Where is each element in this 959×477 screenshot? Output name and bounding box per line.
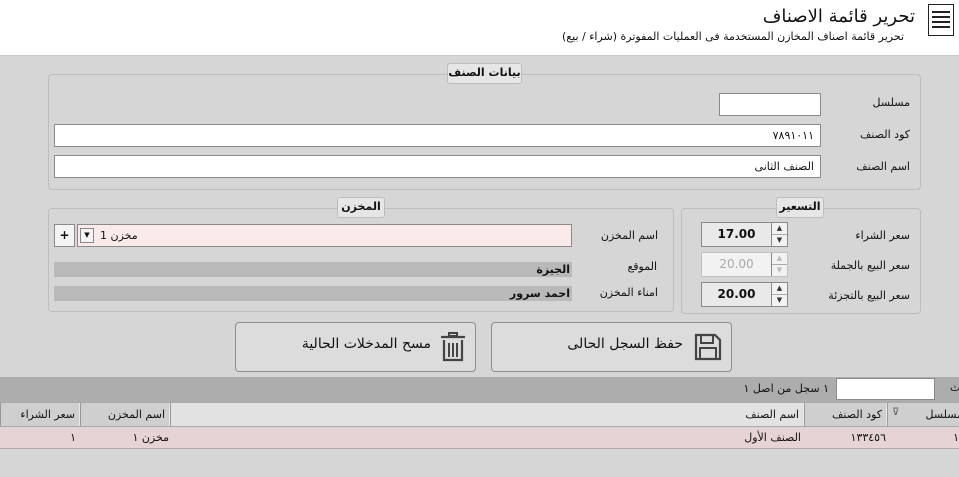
chevron-down-icon[interactable]: ▼	[80, 228, 94, 243]
retail-price-stepper[interactable]: 20.00 ▲ ▼	[701, 282, 788, 307]
decrement-icon[interactable]: ▼	[772, 295, 787, 307]
trash-icon	[441, 332, 465, 362]
retail-price-value: 20.00	[717, 287, 756, 301]
column-header-name[interactable]: اسم الصنف	[170, 403, 803, 426]
cell-warehouse: مخزن ١	[132, 431, 169, 444]
purchase-price-value: 17.00	[717, 227, 756, 241]
save-record-label: حفظ السجل الحالى	[567, 336, 683, 352]
page-header: تحرير قائمة الاصناف تحرير قائمة اصناف ال…	[0, 0, 959, 56]
page-subtitle: تحرير قائمة اصناف المخازن المستخدمة فى ا…	[561, 30, 904, 43]
wholesale-price-value: 20.00	[719, 257, 754, 271]
item-name-label: اسم الصنف	[856, 160, 910, 173]
warehouse-legend: المخزن	[337, 197, 385, 218]
filter-icon[interactable]: ⊽	[892, 407, 899, 418]
item-code-field[interactable]: ٧٨٩١٠١١	[54, 124, 821, 147]
item-code-label: كود الصنف	[860, 128, 910, 141]
item-data-legend: بيانات الصنف	[447, 63, 522, 84]
warehouse-select[interactable]: مخزن 1 ▼	[77, 224, 572, 247]
search-label: بحث	[950, 381, 959, 394]
item-name-field[interactable]: الصنف الثانى	[54, 155, 821, 178]
decrement-icon: ▼	[776, 265, 783, 274]
save-record-button[interactable]: حفظ السجل الحالى	[491, 322, 732, 372]
wholesale-price-label: سعر البيع بالجملة	[830, 259, 910, 272]
table-header: مسلسل ⊽ كود الصنف اسم الصنف اسم المخزن س…	[0, 402, 959, 427]
keeper-label: امناء المخزن	[599, 286, 658, 299]
add-warehouse-button[interactable]: +	[54, 224, 75, 247]
pricing-legend: التسعير	[776, 197, 824, 218]
increment-icon[interactable]: ▲	[772, 223, 787, 235]
increment-icon[interactable]: ▲	[772, 283, 787, 295]
cell-serial: ١	[953, 431, 959, 444]
clear-inputs-label: مسح المدخلات الحالية	[301, 336, 431, 352]
warehouse-name-label: اسم المخزن	[600, 229, 658, 242]
column-header-purchase-price[interactable]: سعر الشراء	[0, 403, 79, 426]
page-title: تحرير قائمة الاصناف	[762, 6, 915, 27]
purchase-price-label: سعر الشراء	[855, 229, 910, 242]
record-count: ١ سجل من اصل ١	[743, 382, 829, 395]
purchase-price-stepper[interactable]: 17.00 ▲ ▼	[701, 222, 788, 247]
serial-field[interactable]	[719, 93, 821, 116]
list-document-icon	[928, 4, 954, 36]
decrement-icon[interactable]: ▼	[772, 235, 787, 247]
cell-purchase-price: ١	[70, 431, 76, 444]
increment-icon: ▲	[772, 253, 787, 265]
serial-label: مسلسل	[872, 96, 911, 109]
search-input[interactable]	[836, 378, 935, 400]
search-bar: بحث ١ سجل من اصل ١	[0, 377, 959, 402]
floppy-disk-icon	[694, 333, 722, 361]
cell-name: الصنف الأول	[744, 431, 801, 444]
clear-inputs-button[interactable]: مسح المدخلات الحالية	[235, 322, 476, 372]
location-label: الموقع	[627, 260, 657, 273]
wholesale-price-stepper: 20.00 ▲ ▼	[701, 252, 788, 277]
location-value: الجيزة	[54, 262, 572, 277]
table-row[interactable]: ١ ١٣٣٤٥٦ الصنف الأول مخزن ١ ١	[0, 428, 959, 449]
retail-price-label: سعر البيع بالتجزئة	[828, 289, 910, 302]
cell-code: ١٣٣٤٥٦	[850, 431, 886, 444]
column-header-code[interactable]: كود الصنف	[804, 403, 886, 426]
column-header-warehouse[interactable]: اسم المخزن	[80, 403, 169, 426]
keeper-value: احمد سرور	[54, 286, 572, 301]
warehouse-selected-value: مخزن 1	[100, 229, 138, 242]
